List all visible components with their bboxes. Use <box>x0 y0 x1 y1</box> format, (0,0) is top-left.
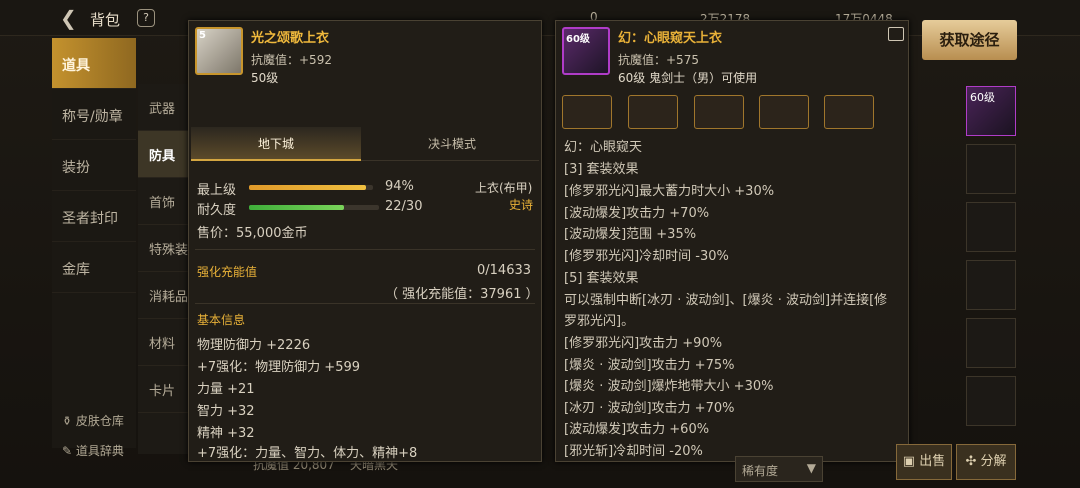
set-line: [爆炎 · 波动剑]攻击力 +75% <box>564 358 735 373</box>
set-piece-icon[interactable] <box>628 95 678 129</box>
set-line: 可以强制中断[冰刃 · 波动剑]、[爆炎 · 波动剑]并连接[修 <box>564 293 888 308</box>
sidebar-item-titles[interactable]: 称号/勋章 <box>52 89 136 140</box>
durability-bar <box>249 205 379 210</box>
back-arrow-icon[interactable]: ❮ <box>60 6 77 30</box>
set-line: [修罗邪光闪]攻击力 +90% <box>564 336 723 351</box>
help-button[interactable]: ? <box>137 9 155 27</box>
category-subnav: 武器 防具 首饰 特殊装 消耗品 材料 卡片 <box>138 84 190 454</box>
item-icon-slot: 60级 <box>562 27 610 75</box>
sidebar-item-items[interactable]: 道具 <box>52 38 136 89</box>
skin-storage-link[interactable]: ⚱ 皮肤仓库 <box>62 412 124 442</box>
charge-value: 0/14633 <box>477 263 532 278</box>
sort-dropdown[interactable]: 稀有度 ▼ <box>735 456 823 482</box>
set-line: [3] 套装效果 <box>564 162 639 177</box>
get-source-button[interactable]: 获取途径 <box>922 20 1017 60</box>
page-title: 背包 <box>90 11 121 29</box>
set-name: 幻：心眼窥天 <box>564 140 643 155</box>
subnav-accessory[interactable]: 首饰 <box>138 178 190 225</box>
inventory-slot[interactable] <box>966 318 1016 368</box>
magic-resist: 抗魔值：+575 <box>618 53 699 67</box>
item-level-badge: 5 <box>199 30 206 41</box>
max-level-bar <box>249 185 373 190</box>
durability-value: 22/30 <box>385 199 423 214</box>
set-line: [修罗邪光闪]冷却时间 -30% <box>564 249 729 264</box>
mode-tabs: 地下城 决斗模式 <box>191 127 539 161</box>
set-piece-icon[interactable] <box>562 95 612 129</box>
inventory-slot[interactable] <box>966 260 1016 310</box>
sidebar: 道具 称号/勋章 装扮 圣者封印 金库 <box>52 38 136 448</box>
set-line: [波动爆发]范围 +35% <box>564 227 697 242</box>
rarity: 史诗 <box>509 198 534 212</box>
sort-label: 稀有度 <box>742 464 779 478</box>
item-requirement: 60级 鬼剑士（男）可使用 <box>618 71 758 85</box>
chevron-down-icon: ▼ <box>806 461 816 475</box>
subnav-weapon[interactable]: 武器 <box>138 84 190 131</box>
stat-line: 精神 +32 <box>197 426 255 441</box>
tab-duel[interactable]: 决斗模式 <box>367 127 537 161</box>
skin-icon: ⚱ <box>62 414 76 428</box>
divider <box>195 303 535 304</box>
item-tooltip-compare: 60级 幻：心眼窥天上衣 抗魔值：+575 60级 鬼剑士（男）可使用 幻：心眼… <box>555 20 909 462</box>
sell-icon: ▣ <box>902 454 920 469</box>
stat-line: +7强化：物理防御力 +599 <box>197 360 361 375</box>
subnav-armor[interactable]: 防具 <box>138 131 190 178</box>
set-piece-icon[interactable] <box>759 95 809 129</box>
charge-label: 强化充能值 <box>197 265 258 279</box>
subnav-special[interactable]: 特殊装 <box>138 225 190 272</box>
item-type: 上衣(布甲) <box>475 181 533 195</box>
book-icon: ✎ <box>62 444 76 458</box>
sell-button[interactable]: ▣ 出售 <box>896 444 952 480</box>
inventory-slot[interactable] <box>966 202 1016 252</box>
set-line: [修罗邪光闪]最大蓄力时大小 +30% <box>564 184 775 199</box>
max-level-label: 最上级 <box>197 183 237 198</box>
set-line: [5] 套装效果 <box>564 271 639 286</box>
magic-resist: 抗魔值：+592 <box>251 53 332 67</box>
set-piece-icon[interactable] <box>824 95 874 129</box>
subnav-material[interactable]: 材料 <box>138 319 190 366</box>
set-line: 罗邪光闪]。 <box>564 314 635 329</box>
stat-line: 物理防御力 +2226 <box>197 338 311 353</box>
subnav-consumable[interactable]: 消耗品 <box>138 272 190 319</box>
max-level-pct: 94% <box>385 179 414 194</box>
inventory-slot[interactable]: 60级 <box>966 86 1016 136</box>
inventory-slot[interactable] <box>966 376 1016 426</box>
item-level: 50级 <box>251 71 279 85</box>
set-line: [邪光斩]冷却时间 -20% <box>564 444 703 459</box>
set-line: [波动爆发]攻击力 +60% <box>564 422 710 437</box>
set-line: [冰刃 · 波动剑]攻击力 +70% <box>564 401 735 416</box>
sidebar-item-seal[interactable]: 圣者封印 <box>52 191 136 242</box>
bottom-links: ⚱ 皮肤仓库 ✎ 道具辞典 <box>62 412 124 472</box>
item-tooltip-primary: 5 光之颂歌上衣 抗魔值：+592 50级 地下城 决斗模式 最上级 94% 上… <box>188 20 542 462</box>
item-level-badge: 60级 <box>566 34 590 45</box>
item-name: 幻：心眼窥天上衣 <box>618 31 723 46</box>
charge-total: （ 强化充能值：37961 ） <box>385 287 539 302</box>
decompose-icon: ✣ <box>965 454 981 469</box>
decompose-button[interactable]: ✣ 分解 <box>956 444 1016 480</box>
share-icon[interactable] <box>888 27 904 41</box>
subnav-card[interactable]: 卡片 <box>138 366 190 413</box>
item-dictionary-link[interactable]: ✎ 道具辞典 <box>62 442 124 472</box>
stat-line: 智力 +32 <box>197 404 255 419</box>
sidebar-item-vault[interactable]: 金库 <box>52 242 136 293</box>
stat-line: +7强化：力量、智力、体力、精神+8 <box>197 446 418 461</box>
item-icon-slot: 5 <box>195 27 243 75</box>
sidebar-item-avatar[interactable]: 装扮 <box>52 140 136 191</box>
slot-level-badge: 60级 <box>970 91 995 104</box>
set-line: [波动爆发]攻击力 +70% <box>564 206 710 221</box>
item-name: 光之颂歌上衣 <box>251 31 330 46</box>
set-line: [爆炎 · 波动剑]爆炸地带大小 +30% <box>564 379 774 394</box>
sell-price: 售价：55,000金币 <box>197 226 308 241</box>
basic-info-heading: 基本信息 <box>197 313 246 327</box>
durability-label: 耐久度 <box>197 203 237 218</box>
set-piece-icon[interactable] <box>694 95 744 129</box>
tab-dungeon[interactable]: 地下城 <box>191 127 361 161</box>
divider <box>195 249 535 250</box>
inventory-grid: 60级 <box>912 86 1022 446</box>
stat-line: 力量 +21 <box>197 382 255 397</box>
inventory-slot[interactable] <box>966 144 1016 194</box>
